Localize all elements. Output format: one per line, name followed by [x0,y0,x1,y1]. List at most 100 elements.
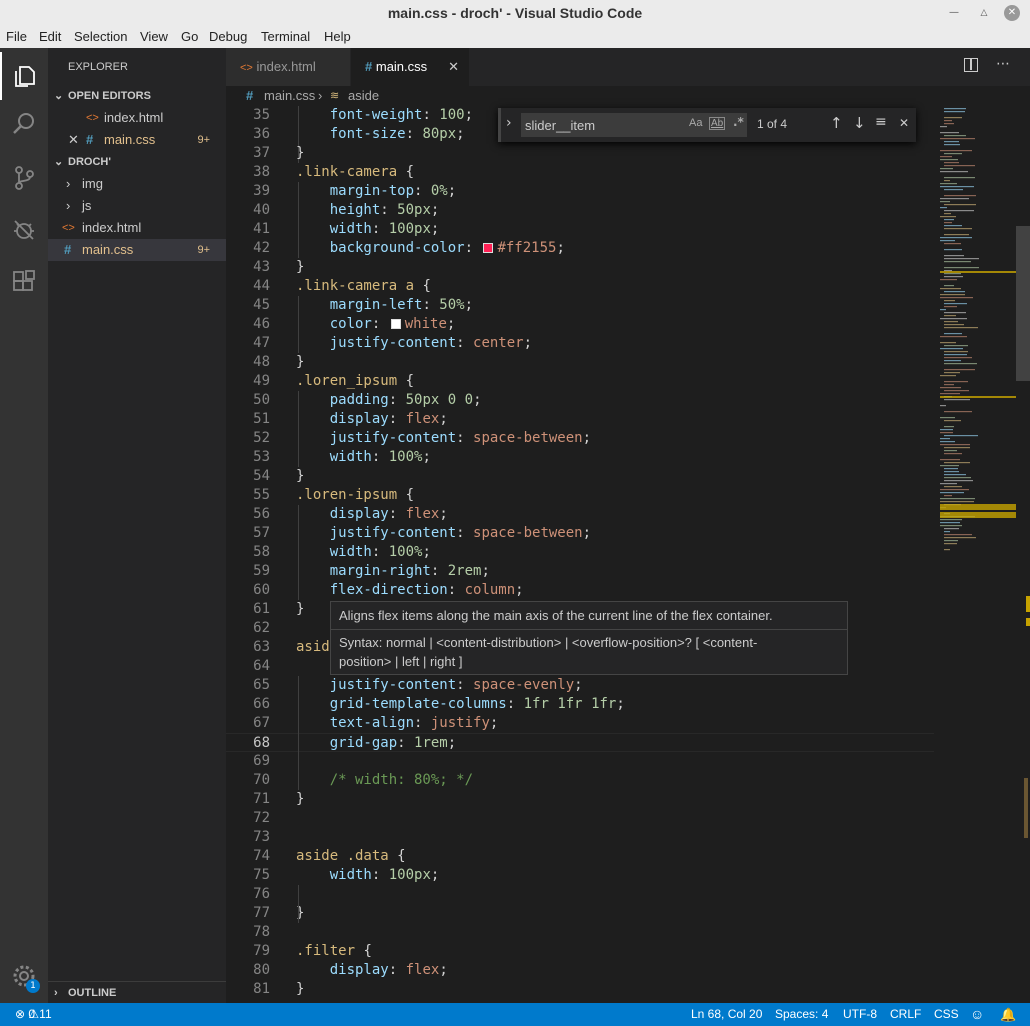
code-line[interactable]: 48} [226,353,934,372]
source-control-icon[interactable] [0,154,48,202]
menu-help[interactable]: Help [324,29,351,44]
code-line[interactable]: 67 text-align: justify; [226,714,934,733]
code-line[interactable]: 57 justify-content: space-between; [226,524,934,543]
menu-terminal[interactable]: Terminal [261,29,310,44]
tree-folder-js[interactable]: › js [48,195,226,217]
code-line[interactable]: 73 [226,828,934,847]
code-line[interactable]: 54} [226,467,934,486]
code-line[interactable]: 43} [226,258,934,277]
tree-folder-img[interactable]: › img [48,173,226,195]
code-line[interactable]: 46 color: white; [226,315,934,334]
breadcrumb-file[interactable]: main.css [264,86,315,106]
find-in-selection-icon[interactable]: ≡ [875,114,887,130]
close-editor-icon[interactable]: ✕ [68,129,79,151]
open-editor-index-html[interactable]: <> index.html [48,107,226,129]
code-line[interactable]: 81} [226,980,934,999]
search-icon[interactable] [0,100,48,148]
tree-file-index-html[interactable]: <> index.html [48,217,226,239]
indentation-status[interactable]: Spaces: 4 [775,1003,828,1026]
eol-status[interactable]: CRLF [890,1003,921,1026]
code-line[interactable]: 68 grid-gap: 1rem; [226,733,934,752]
code-line[interactable]: 45 margin-left: 50%; [226,296,934,315]
minimap-line [940,501,974,503]
code-line[interactable]: 53 width: 100%; [226,448,934,467]
minimap-line [940,240,955,242]
tab-index-html[interactable]: <> index.html [226,48,350,86]
code-line[interactable]: 66 grid-template-columns: 1fr 1fr 1fr; [226,695,934,714]
code-line[interactable]: 79 .filter { [226,942,934,961]
extensions-icon[interactable] [0,258,48,306]
language-status[interactable]: CSS [934,1003,959,1026]
code-line[interactable]: 37} [226,144,934,163]
folder-header[interactable]: ⌄ DROCH' [48,151,226,173]
code-line[interactable]: 47 justify-content: center; [226,334,934,353]
code-line[interactable]: 71} [226,790,934,809]
tab-main-css[interactable]: # main.css ✕ [351,48,469,86]
code-line[interactable]: 49 .loren_ipsum { [226,372,934,391]
close-window-icon[interactable]: ✕ [1004,5,1020,21]
maximize-icon[interactable]: △ [976,5,992,21]
errors-status[interactable]: ⊗ 0 ⚠ 11 [15,1003,52,1026]
close-find-icon[interactable]: ✕ [899,116,909,130]
scrollbar-thumb[interactable] [1016,226,1030,381]
code-line[interactable]: 59 margin-right: 2rem; [226,562,934,581]
more-actions-icon[interactable]: ⋯ [996,56,1010,72]
cursor-position[interactable]: Ln 68, Col 20 [691,1003,762,1026]
code-line[interactable]: 39 margin-top: 0%; [226,182,934,201]
code-line[interactable]: 77} [226,904,934,923]
match-case-icon[interactable]: Aa [689,117,702,129]
code-line[interactable]: 76 [226,885,934,904]
close-tab-icon[interactable]: ✕ [448,48,459,86]
code-line[interactable]: 40 height: 50px; [226,201,934,220]
open-editor-main-css[interactable]: ✕ # main.css 9+ [48,129,226,151]
code-editor[interactable]: 35 font-weight: 100; 36 font-size: 80px; 3… [226,106,934,1003]
code-line[interactable]: 44 .link-camera a { [226,277,934,296]
code-line[interactable]: 69 [226,752,934,771]
debug-icon[interactable] [0,206,48,254]
vertical-scrollbar[interactable] [1016,106,1030,1003]
menu-edit[interactable]: Edit [39,29,61,44]
menu-selection[interactable]: Selection [74,29,127,44]
menu-file[interactable]: File [6,29,27,44]
code-line[interactable]: 42 background-color: #ff2155; [226,239,934,258]
encoding-status[interactable]: UTF-8 [843,1003,877,1026]
code-line[interactable]: 38 .link-camera { [226,163,934,182]
previous-match-icon[interactable]: ↑ [830,114,843,132]
minimize-icon[interactable]: — [946,5,962,21]
next-match-icon[interactable]: ↓ [853,114,866,132]
code-line[interactable]: 52 justify-content: space-between; [226,429,934,448]
code-line[interactable]: 51 display: flex; [226,410,934,429]
split-editor-icon[interactable] [964,58,978,72]
whole-word-icon[interactable]: Ab [709,117,726,130]
outline-header[interactable]: › OUTLINE [48,981,226,1003]
explorer-icon[interactable] [0,52,48,100]
notifications-bell-icon[interactable]: 🔔 [1000,1003,1016,1026]
open-editors-header[interactable]: ⌄ OPEN EDITORS [48,85,226,107]
code-line[interactable]: 72 [226,809,934,828]
code-line[interactable]: 41 width: 100px; [226,220,934,239]
code-line[interactable]: 60 flex-direction: column; [226,581,934,600]
code-line[interactable]: 80 display: flex; [226,961,934,980]
breadcrumb-symbol[interactable]: aside [348,86,379,106]
feedback-smiley-icon[interactable]: ☺ [970,1003,984,1026]
tree-file-main-css[interactable]: # main.css 9+ [48,239,226,261]
code-line[interactable]: 75 width: 100px; [226,866,934,885]
menu-debug[interactable]: Debug [209,29,247,44]
settings-gear-icon[interactable]: 1 [0,952,48,1000]
minimap[interactable] [934,106,1016,1003]
minimap-line [944,450,957,452]
code-line[interactable]: 65 justify-content: space-evenly; [226,676,934,695]
problems-badge: 9+ [197,244,210,256]
code-line[interactable]: 56 display: flex; [226,505,934,524]
regex-icon[interactable]: .* [733,115,744,129]
code-line[interactable]: 58 width: 100%; [226,543,934,562]
code-line[interactable]: 78 [226,923,934,942]
line-number: 74 [253,848,270,864]
code-line[interactable]: 74 aside .data { [226,847,934,866]
code-line[interactable]: 50 padding: 50px 0 0; [226,391,934,410]
toggle-replace-icon[interactable]: › [506,115,512,131]
menu-go[interactable]: Go [181,29,198,44]
menu-view[interactable]: View [140,29,168,44]
code-line[interactable]: 70 /* width: 80%; */ [226,771,934,790]
code-line[interactable]: 55 .loren-ipsum { [226,486,934,505]
